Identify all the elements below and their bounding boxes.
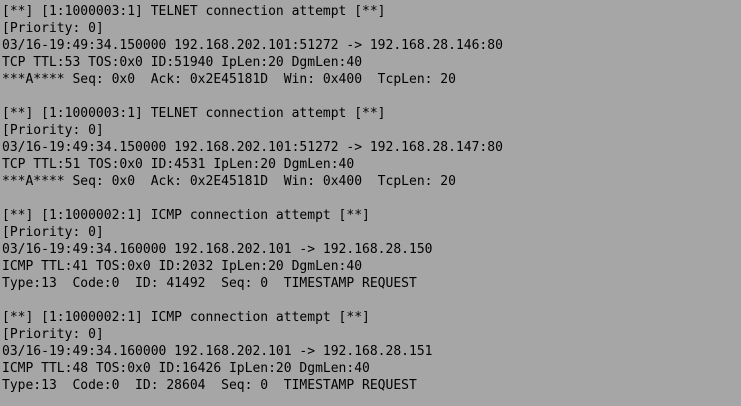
alert-entry: [**] [1:1000002:1] ICMP connection attem… (2, 207, 741, 292)
alert-detail: Type:13 Code:0 ID: 28604 Seq: 0 TIMESTAM… (2, 378, 417, 393)
alert-ip-info: ICMP TTL:48 TOS:0x0 ID:16426 IpLen:20 Dg… (2, 361, 370, 376)
alert-priority: [Priority: 0] (2, 327, 104, 342)
alert-entry: [**] [1:1000002:1] ICMP connection attem… (2, 309, 741, 394)
alert-entry: [**] [1:1000003:1] TELNET connection att… (2, 105, 741, 190)
alert-priority: [Priority: 0] (2, 21, 104, 36)
alert-flow: 03/16-19:49:34.160000 192.168.202.101 ->… (2, 344, 433, 359)
terminal-output[interactable]: [**] [1:1000003:1] TELNET connection att… (0, 0, 741, 406)
alert-flow: 03/16-19:49:34.150000 192.168.202.101:51… (2, 140, 503, 155)
alert-header: [**] [1:1000002:1] ICMP connection attem… (2, 310, 370, 325)
alert-entry: [**] [1:1000003:1] TELNET connection att… (2, 3, 741, 88)
alert-header: [**] [1:1000003:1] TELNET connection att… (2, 4, 386, 19)
alert-detail: ***A**** Seq: 0x0 Ack: 0x2E45181D Win: 0… (2, 72, 456, 87)
alert-flow: 03/16-19:49:34.150000 192.168.202.101:51… (2, 38, 503, 53)
alert-priority: [Priority: 0] (2, 123, 104, 138)
alert-detail: ***A**** Seq: 0x0 Ack: 0x2E45181D Win: 0… (2, 174, 456, 189)
alert-flow: 03/16-19:49:34.160000 192.168.202.101 ->… (2, 242, 433, 257)
alert-header: [**] [1:1000003:1] TELNET connection att… (2, 106, 386, 121)
alert-priority: [Priority: 0] (2, 225, 104, 240)
alert-ip-info: TCP TTL:51 TOS:0x0 ID:4531 IpLen:20 DgmL… (2, 157, 355, 172)
alert-header: [**] [1:1000002:1] ICMP connection attem… (2, 208, 370, 223)
alert-ip-info: TCP TTL:53 TOS:0x0 ID:51940 IpLen:20 Dgm… (2, 55, 363, 70)
alert-ip-info: ICMP TTL:41 TOS:0x0 ID:2032 IpLen:20 Dgm… (2, 259, 363, 274)
alert-detail: Type:13 Code:0 ID: 41492 Seq: 0 TIMESTAM… (2, 276, 417, 291)
